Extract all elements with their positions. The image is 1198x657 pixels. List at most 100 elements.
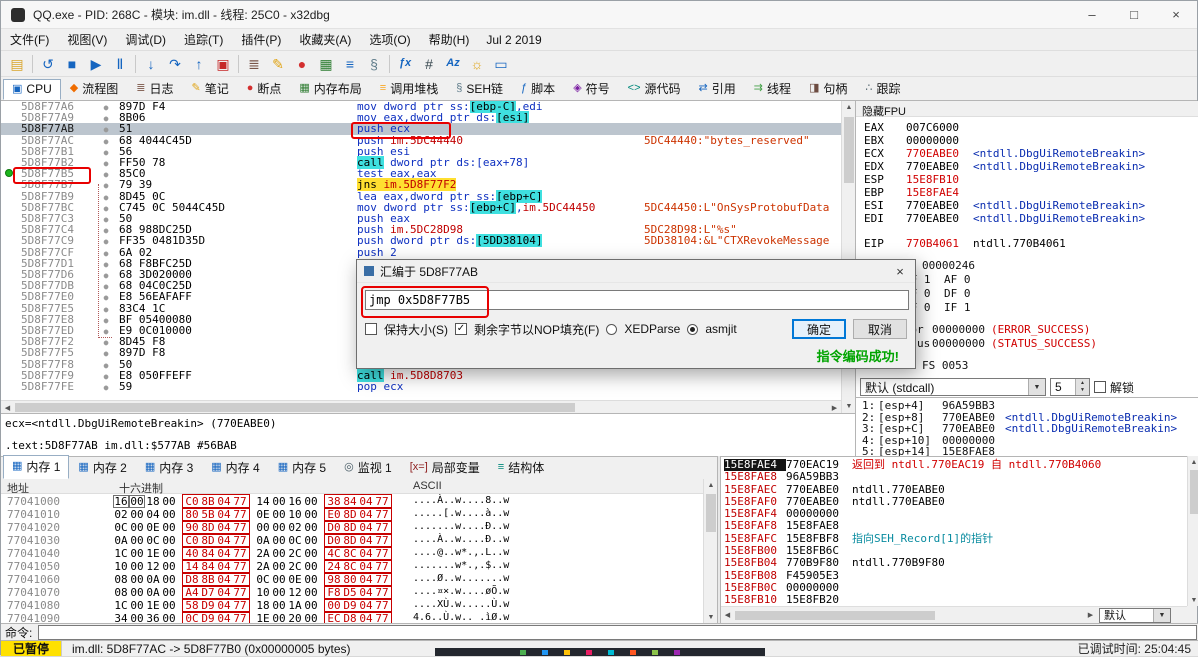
run-till-return-button[interactable]: ↑: [187, 53, 211, 75]
memory-row[interactable]: 77041020 0C 00 0E 00 90 8D 04 77 00 00 02 00 D0 8D 04 77…: [1, 520, 703, 535]
register-row[interactable]: EBX 00000000: [864, 134, 1198, 147]
scroll-down-icon[interactable]: ▼: [842, 400, 856, 413]
scroll-right-icon[interactable]: ▶: [1084, 609, 1097, 622]
tab-seh[interactable]: § SEH链: [447, 77, 512, 100]
taskbar-icon[interactable]: [630, 649, 636, 655]
taskbar-icon[interactable]: [586, 649, 592, 655]
step-over-button[interactable]: ↷: [163, 53, 187, 75]
memory-map-button[interactable]: ▦: [314, 53, 338, 75]
references-button[interactable]: ☼: [465, 53, 489, 75]
taskbar-icon[interactable]: [652, 649, 658, 655]
cancel-button[interactable]: 取消: [852, 319, 907, 339]
memory-row[interactable]: 77041030 0A 00 0C 00 C0 8D 04 77 0A 00 0C 00 D0 8D 04 77…: [1, 533, 703, 548]
taskbar-icon[interactable]: [520, 649, 526, 655]
memory-row[interactable]: 77041010 02 00 04 00 80 5B 04 77 0E 00 10 00 E0 8D 04 77…: [1, 507, 703, 522]
scrollbar-thumb[interactable]: [706, 494, 716, 532]
scroll-down-icon[interactable]: ▼: [1188, 594, 1198, 606]
tab-graph[interactable]: ◆ 流程图: [61, 77, 127, 100]
memory-row[interactable]: 77041000 16 00 18 00 C0 8B 04 77 14 00 16 00 38 84 04 77…: [1, 494, 703, 509]
source-button[interactable]: Az: [441, 53, 465, 75]
memory-row[interactable]: 77041070 08 00 0A 00 A4 D7 04 77 10 00 12 00 F8 D5 04 77…: [1, 585, 703, 600]
keep-size-checkbox-box[interactable]: [365, 323, 377, 335]
tab-dump-2[interactable]: ▦ 内存 2: [69, 456, 135, 479]
stepper-up-icon[interactable]: ▲: [1080, 380, 1085, 387]
memory-row[interactable]: 77041080 1C 00 1E 00 58 D9 04 77 18 00 1A 00 00 D9 04 77…: [1, 598, 703, 613]
argument-row[interactable]: 1: [esp+4] 96A59BB3: [862, 400, 1198, 412]
scrollbar-thumb[interactable]: [1190, 470, 1198, 514]
tab-handles[interactable]: ◨ 句柄: [800, 77, 856, 100]
run-to-user-code-button[interactable]: ▣: [211, 53, 235, 75]
calling-convention-combo[interactable]: 默认 (stdcall) ▼: [860, 378, 1046, 396]
memory-row[interactable]: 77041060 08 00 0A 00 D8 8B 04 77 0C 00 0E 00 98 80 04 77…: [1, 572, 703, 587]
taskbar-icon[interactable]: [564, 649, 570, 655]
script-button[interactable]: ƒx: [393, 53, 417, 75]
seh-chain-button[interactable]: §: [362, 53, 386, 75]
chevron-down-icon[interactable]: ▼: [1153, 608, 1170, 622]
memory-row[interactable]: 77041090 34 00 36 00 0C D9 04 77 1E 00 20 00 EC D8 04 77…: [1, 611, 703, 623]
tab-notes[interactable]: ✎ 笔记: [182, 77, 237, 100]
menu-view[interactable]: 视图(V): [58, 31, 116, 48]
tab-trace[interactable]: ∴ 跟踪: [856, 77, 909, 100]
chevron-down-icon[interactable]: ▼: [1028, 379, 1045, 395]
eip-row[interactable]: EIP 770B4061 ntdll.770B4061: [864, 237, 1066, 250]
unlock-checkbox[interactable]: [1094, 381, 1106, 393]
pause-button[interactable]: Ⅱ: [108, 53, 132, 75]
scroll-up-icon[interactable]: ▲: [1188, 456, 1198, 468]
tab-log[interactable]: ≣ 日志: [127, 77, 182, 100]
tab-struct[interactable]: ≡ 结构体: [489, 456, 553, 479]
taskbar-icon[interactable]: [674, 649, 680, 655]
command-input[interactable]: [38, 624, 1197, 640]
stack-vscrollbar[interactable]: ▲ ▼: [1187, 456, 1198, 606]
dialog-close-icon[interactable]: ×: [885, 260, 915, 282]
minimize-button[interactable]: –: [1071, 1, 1113, 28]
menu-plugins[interactable]: 插件(P): [232, 31, 290, 48]
hide-fpu-toggle[interactable]: 隐藏FPU: [856, 101, 1198, 118]
disasm-row[interactable]: 5D8F77FE ● 59 pop ecx: [1, 381, 841, 392]
taskbar-icon[interactable]: [542, 649, 548, 655]
menu-file[interactable]: 文件(F): [1, 31, 58, 48]
stack-row[interactable]: 15E8FB10 15E8FB20: [721, 593, 1187, 606]
memory-row[interactable]: 77041040 1C 00 1E 00 40 84 04 77 2A 00 2C 00 4C 8C 04 77…: [1, 546, 703, 561]
menu-trace[interactable]: 追踪(T): [175, 31, 232, 48]
register-row[interactable]: ECX 770EABE0 <ntdll.DbgUiRemoteBreakin>: [864, 147, 1198, 160]
stack-row[interactable]: 15E8FAE8 96A59BB3: [721, 470, 1187, 483]
scrollbar-thumb[interactable]: [844, 117, 854, 183]
scroll-up-icon[interactable]: ▲: [842, 101, 856, 114]
tab-symbols[interactable]: ◈ 符号: [564, 77, 618, 100]
restart-button[interactable]: ↺: [36, 53, 60, 75]
tab-source[interactable]: <> 源代码: [619, 77, 690, 100]
threads-button[interactable]: ▭: [489, 53, 513, 75]
ok-button[interactable]: 确定: [791, 319, 846, 339]
close-button[interactable]: ■: [60, 53, 84, 75]
argument-count-stepper[interactable]: 5 ▲ ▼: [1050, 378, 1090, 396]
tab-cpu[interactable]: ▣ CPU: [3, 79, 61, 100]
assemble-instruction-input[interactable]: [365, 290, 909, 310]
menu-options[interactable]: 选项(O): [360, 31, 419, 48]
scroll-up-icon[interactable]: ▲: [704, 479, 718, 492]
register-row[interactable]: ESI 770EABE0 <ntdll.DbgUiRemoteBreakin>: [864, 199, 1198, 212]
open-file-button[interactable]: ▤: [5, 53, 29, 75]
tab-script[interactable]: ƒ 脚本: [512, 77, 564, 100]
step-into-button[interactable]: ↓: [139, 53, 163, 75]
tab-call-stack[interactable]: ≡ 调用堆栈: [371, 77, 447, 100]
stepper-arrows[interactable]: ▲ ▼: [1075, 379, 1089, 395]
memory-vscrollbar[interactable]: ▲ ▼: [703, 479, 717, 624]
asmjit-radio[interactable]: [687, 323, 699, 335]
notes-button[interactable]: ✎: [266, 53, 290, 75]
tab-breakpoints[interactable]: ● 断点: [238, 77, 291, 100]
call-stack-button[interactable]: ≡: [338, 53, 362, 75]
disasm-row[interactable]: 5D8F77C9 ● FF35 0481D35D push dword ptr ds:…: [1, 234, 841, 248]
disassembly-hscrollbar[interactable]: ◀ ▶: [1, 400, 841, 413]
maximize-button[interactable]: □: [1113, 1, 1155, 28]
tab-locals[interactable]: [x=] 局部变量: [401, 456, 489, 479]
memory-dump[interactable]: 77041000 16 00 18 00 C0 8B 04 77 14 00 16 00 38 84 04 77…: [1, 494, 703, 623]
xedparse-radio[interactable]: [606, 323, 618, 335]
register-row[interactable]: ESP 15E8FB10: [864, 173, 1198, 186]
stack-pane[interactable]: 15E8FAE4 770EAC19 返回到 ntdll.770EAC19 自 ntd…: [721, 456, 1187, 606]
tab-dump-5[interactable]: ▦ 内存 5: [269, 456, 335, 479]
stepper-down-icon[interactable]: ▼: [1080, 387, 1085, 394]
tab-dump-3[interactable]: ▦ 内存 3: [136, 456, 202, 479]
tab-memory-map[interactable]: ▦ 内存布局: [290, 77, 370, 100]
memory-row[interactable]: 77041050 10 00 12 00 14 84 04 77 2A 00 2C 00 24 8C 04 77…: [1, 559, 703, 574]
run-button[interactable]: ▶: [84, 53, 108, 75]
